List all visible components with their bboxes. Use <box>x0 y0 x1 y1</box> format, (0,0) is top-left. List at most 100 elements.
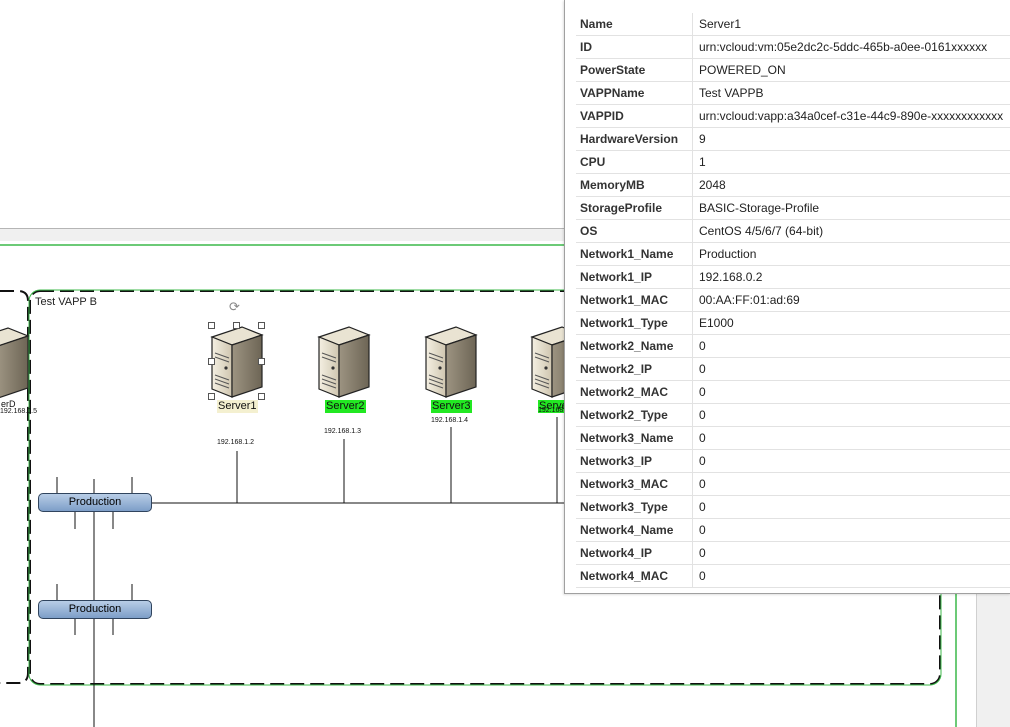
property-row[interactable]: Network1_Name Production <box>576 242 1010 266</box>
property-value[interactable]: 0 <box>692 449 1010 473</box>
property-row[interactable]: VAPPID urn:vcloud:vapp:a34a0cef-c31e-44c9… <box>576 104 1010 128</box>
property-row[interactable]: VAPPName Test VAPPB <box>576 81 1010 105</box>
shape-data-panel: Name Server1 ID urn:vcloud:vm:05e2dc2c-5ddc… <box>564 0 1010 594</box>
property-value[interactable]: 0 <box>692 357 1010 381</box>
property-row[interactable]: Network2_IP 0 <box>576 357 1010 381</box>
property-value[interactable]: 2048 <box>692 173 1010 197</box>
selection-handle[interactable] <box>258 393 265 400</box>
server1-ip: 192.168.1.2 <box>217 439 254 446</box>
property-row[interactable]: Network3_MAC 0 <box>576 472 1010 496</box>
property-value[interactable]: 0 <box>692 334 1010 358</box>
property-key: HardwareVersion <box>576 127 693 151</box>
property-row[interactable]: Network2_MAC 0 <box>576 380 1010 404</box>
property-row[interactable]: Network3_Type 0 <box>576 495 1010 519</box>
property-key: Network1_Type <box>576 311 693 335</box>
property-key: VAPPID <box>576 104 693 128</box>
property-key: Network2_Name <box>576 334 693 358</box>
server3-name: Server3 <box>431 400 472 413</box>
property-row[interactable]: Network2_Name 0 <box>576 334 1010 358</box>
property-value[interactable]: 9 <box>692 127 1010 151</box>
server2-icon[interactable] <box>313 323 373 403</box>
property-row[interactable]: Network1_IP 192.168.0.2 <box>576 265 1010 289</box>
property-row[interactable]: HardwareVersion 9 <box>576 127 1010 151</box>
server3-ip: 192.168.1.4 <box>431 417 468 424</box>
property-key: Network4_IP <box>576 541 693 565</box>
vapp-b-label: Test VAPP B <box>35 296 97 308</box>
property-value[interactable]: 0 <box>692 495 1010 519</box>
property-value[interactable]: 0 <box>692 380 1010 404</box>
property-key: VAPPName <box>576 81 693 105</box>
server2-ip: 192.168.1.3 <box>324 428 361 435</box>
property-key: Network3_Type <box>576 495 693 519</box>
property-row[interactable]: Network4_MAC 0 <box>576 564 1010 588</box>
property-key: CPU <box>576 150 693 174</box>
selection-handle[interactable] <box>233 322 240 329</box>
rotate-handle-icon[interactable]: ⟳ <box>229 299 240 315</box>
property-value[interactable]: 0 <box>692 564 1010 588</box>
property-row[interactable]: CPU 1 <box>576 150 1010 174</box>
property-value[interactable]: 1 <box>692 150 1010 174</box>
property-value[interactable]: Test VAPPB <box>692 81 1010 105</box>
property-row[interactable]: StorageProfile BASIC-Storage-Profile <box>576 196 1010 220</box>
server3-icon[interactable] <box>420 323 480 403</box>
shape-data-table: Name Server1 ID urn:vcloud:vm:05e2dc2c-5ddc… <box>576 13 1010 588</box>
property-row[interactable]: Network3_Name 0 <box>576 426 1010 450</box>
property-row[interactable]: Name Server1 <box>576 13 1010 36</box>
property-key: PowerState <box>576 58 693 82</box>
property-row[interactable]: Network1_Type E1000 <box>576 311 1010 335</box>
selection-handle[interactable] <box>208 322 215 329</box>
property-value[interactable]: 0 <box>692 426 1010 450</box>
property-value[interactable]: urn:vcloud:vapp:a34a0cef-c31e-44c9-890e-… <box>692 104 1010 128</box>
property-key: Network2_IP <box>576 357 693 381</box>
property-key: Network1_MAC <box>576 288 693 312</box>
network-pipe-production-2[interactable]: Production <box>38 600 152 619</box>
property-value[interactable]: 00:AA:FF:01:ad:69 <box>692 288 1010 312</box>
server2-name: Server2 <box>325 400 366 413</box>
server4-ip: 192.168 <box>538 407 564 414</box>
property-key: Network3_Name <box>576 426 693 450</box>
property-value[interactable]: Server1 <box>692 13 1010 36</box>
property-row[interactable]: MemoryMB 2048 <box>576 173 1010 197</box>
selection-handle[interactable] <box>208 393 215 400</box>
property-row[interactable]: Network4_Name 0 <box>576 518 1010 542</box>
property-row[interactable]: ID urn:vcloud:vm:05e2dc2c-5ddc-465b-a0ee-… <box>576 35 1010 59</box>
property-key: Network4_MAC <box>576 564 693 588</box>
network-pipe-production-1[interactable]: Production <box>38 493 152 512</box>
property-value[interactable]: CentOS 4/5/6/7 (64-bit) <box>692 219 1010 243</box>
property-key: Network1_IP <box>576 265 693 289</box>
server1-icon[interactable] <box>206 323 266 403</box>
property-row[interactable]: OS CentOS 4/5/6/7 (64-bit) <box>576 219 1010 243</box>
selection-handle[interactable] <box>258 322 265 329</box>
selection-handle[interactable] <box>258 358 265 365</box>
selection-handle[interactable] <box>208 358 215 365</box>
property-row[interactable]: Network4_IP 0 <box>576 541 1010 565</box>
property-row[interactable]: PowerState POWERED_ON <box>576 58 1010 82</box>
property-key: Network3_MAC <box>576 472 693 496</box>
property-row[interactable]: Network2_Type 0 <box>576 403 1010 427</box>
property-key: Network2_MAC <box>576 380 693 404</box>
property-key: Network4_Name <box>576 518 693 542</box>
property-value[interactable]: 0 <box>692 472 1010 496</box>
property-key: OS <box>576 219 693 243</box>
property-value[interactable]: 0 <box>692 541 1010 565</box>
property-value[interactable]: 0 <box>692 403 1010 427</box>
property-key: Network1_Name <box>576 242 693 266</box>
property-key: Name <box>576 13 693 36</box>
server1-name: Server1 <box>217 400 258 413</box>
partial-server-icon[interactable] <box>0 324 32 404</box>
property-key: StorageProfile <box>576 196 693 220</box>
property-key: Network2_Type <box>576 403 693 427</box>
property-value[interactable]: Production <box>692 242 1010 266</box>
property-value[interactable]: 0 <box>692 518 1010 542</box>
property-key: MemoryMB <box>576 173 693 197</box>
property-value[interactable]: BASIC-Storage-Profile <box>692 196 1010 220</box>
property-value[interactable]: POWERED_ON <box>692 58 1010 82</box>
property-key: Network3_IP <box>576 449 693 473</box>
property-value[interactable]: 192.168.0.2 <box>692 265 1010 289</box>
property-row[interactable]: Network3_IP 0 <box>576 449 1010 473</box>
property-row[interactable]: Network1_MAC 00:AA:FF:01:ad:69 <box>576 288 1010 312</box>
property-key: ID <box>576 35 693 59</box>
property-value[interactable]: urn:vcloud:vm:05e2dc2c-5ddc-465b-a0ee-01… <box>692 35 1010 59</box>
partial-server-ip: 192.168.0.5 <box>0 408 37 415</box>
property-value[interactable]: E1000 <box>692 311 1010 335</box>
